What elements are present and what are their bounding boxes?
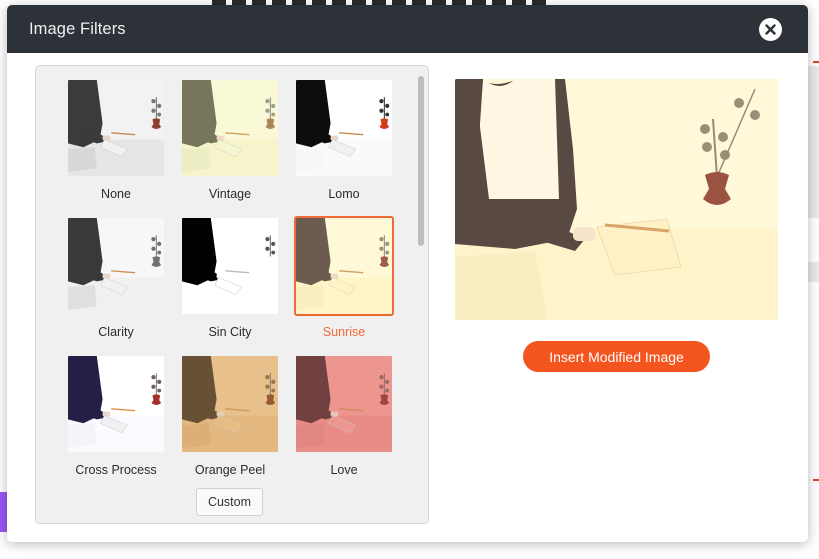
- close-icon: [765, 24, 776, 35]
- filter-label: Clarity: [98, 325, 134, 339]
- image-filters-modal: Image Filters None Vintage Lomo Clarity …: [7, 5, 808, 542]
- background-button: [0, 492, 7, 532]
- filter-label: Orange Peel: [194, 463, 266, 477]
- filter-thumbnail: [180, 354, 280, 454]
- filter-option-none[interactable]: None: [66, 78, 166, 216]
- filter-label: Love: [330, 463, 358, 477]
- close-button[interactable]: [759, 18, 782, 41]
- filter-option-vintage[interactable]: Vintage: [180, 78, 280, 216]
- insert-modified-image-button[interactable]: Insert Modified Image: [523, 341, 710, 372]
- filter-option-cross-process[interactable]: Cross Process: [66, 354, 166, 492]
- filter-thumbnail: [294, 354, 394, 454]
- filter-label: Sunrise: [322, 325, 366, 339]
- modal-title: Image Filters: [29, 19, 126, 38]
- filter-label: Sin City: [208, 325, 252, 339]
- custom-button[interactable]: Custom: [196, 488, 263, 516]
- scrollbar-thumb[interactable]: [418, 76, 424, 246]
- filter-option-lomo[interactable]: Lomo: [294, 78, 394, 216]
- filter-label: None: [101, 187, 131, 201]
- filter-option-sin-city[interactable]: Sin City: [180, 216, 280, 354]
- filter-thumbnail: [66, 78, 166, 178]
- filter-label: Cross Process: [75, 463, 157, 477]
- modal-header: Image Filters: [7, 5, 808, 53]
- filter-label: Lomo: [328, 187, 360, 201]
- background-panel: [807, 66, 819, 218]
- filter-panel: None Vintage Lomo Clarity Sin City Sunri…: [35, 65, 429, 524]
- preview-image: [455, 79, 778, 320]
- filter-thumbnail: [66, 354, 166, 454]
- filter-option-clarity[interactable]: Clarity: [66, 216, 166, 354]
- filter-option-orange-peel[interactable]: Orange Peel: [180, 354, 280, 492]
- filter-thumbnail: [180, 216, 280, 316]
- filter-grid: None Vintage Lomo Clarity Sin City Sunri…: [66, 78, 394, 492]
- background-panel: [807, 262, 819, 282]
- filter-option-love[interactable]: Love: [294, 354, 394, 492]
- filter-label: Vintage: [208, 187, 252, 201]
- filter-thumbnail: [294, 216, 394, 316]
- filter-thumbnail: [66, 216, 166, 316]
- filter-thumbnail: [294, 78, 394, 178]
- filter-option-sunrise[interactable]: Sunrise: [294, 216, 394, 354]
- filter-thumbnail: [180, 78, 280, 178]
